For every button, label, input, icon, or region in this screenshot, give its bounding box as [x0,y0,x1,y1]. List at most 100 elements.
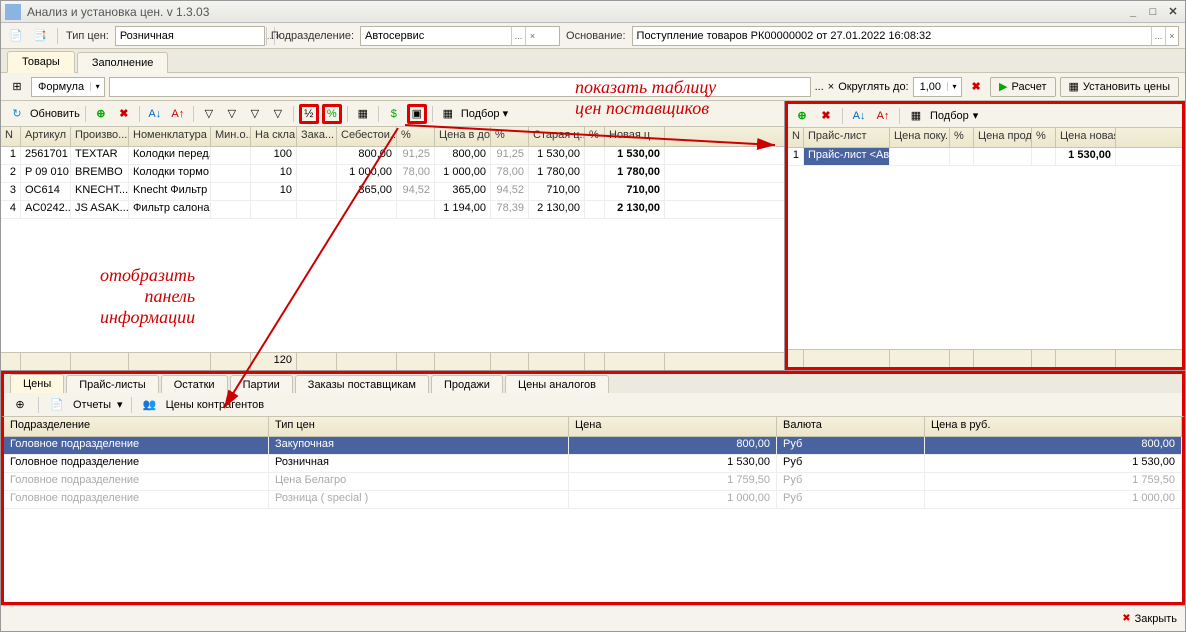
bcol-cur[interactable]: Валюта [777,417,925,436]
contragent-prices-label[interactable]: Цены контрагентов [166,399,265,411]
right-grid-body[interactable]: 1Прайс-лист <Авт...1 530,00 [788,148,1182,349]
basis-menu-button[interactable]: ... [1151,27,1164,45]
contragent-icon[interactable]: 👥 [140,395,160,415]
col-nom[interactable]: Номенклатура [129,127,211,146]
tab-batches[interactable]: Партии [230,375,293,394]
table-row[interactable]: Головное подразделениеЗакупочная800,00Ру… [4,437,1182,455]
filter3-icon[interactable]: ▽ [245,104,265,124]
col-docprice[interactable]: Цена в до... [435,127,491,146]
col-min[interactable]: Мин.о... [211,127,251,146]
set-prices-button[interactable]: Установить цены [1060,77,1179,97]
col-newprice[interactable]: Новая ц [605,127,665,146]
col-mfr[interactable]: Произво... [71,127,129,146]
right-delete-button[interactable]: ✖ [816,106,836,126]
rcol-sell[interactable]: Цена прод... [974,128,1032,147]
right-add-button[interactable]: ⊕ [792,106,812,126]
bcol-div[interactable]: Подразделение [4,417,269,436]
col-n[interactable]: N [1,127,21,146]
right-select-dropdown-icon[interactable]: ▾ [973,109,979,122]
table-row[interactable]: Головное подразделениеРозничная1 530,00Р… [4,455,1182,473]
tab-analog-prices[interactable]: Цены аналогов [505,375,609,394]
basis-field[interactable]: ... × [632,26,1179,46]
tab-prices[interactable]: Цены [10,374,64,394]
bottom-grid-body[interactable]: Головное подразделениеЗакупочная800,00Ру… [4,437,1182,602]
price-type-input[interactable] [116,30,266,42]
col-p1[interactable]: % [397,127,435,146]
col-p3[interactable]: % [585,127,605,146]
col-p2[interactable]: % [491,127,529,146]
division-menu-button[interactable]: ... [511,27,525,45]
percent-button[interactable]: % [322,104,342,124]
refresh-icon[interactable]: ↻ [7,104,27,124]
filter1-icon[interactable]: ▽ [199,104,219,124]
tab-pricelists[interactable]: Прайс-листы [66,375,158,394]
right-select-icon[interactable]: ▦ [906,106,926,126]
formula-input[interactable] [110,81,809,93]
sort-desc-icon[interactable]: A↑ [168,104,188,124]
formula-menu-button[interactable]: ... [815,81,824,93]
table-row[interactable]: 12561701TEXTARКолодки перед...100800,009… [1,147,784,165]
price-type-field[interactable]: ... × [115,26,265,46]
tab-goods[interactable]: Товары [7,51,75,73]
minimize-button[interactable]: _ [1125,4,1141,20]
col-order[interactable]: Зака... [297,127,337,146]
basis-clear-button[interactable]: × [1165,27,1178,45]
formula-dropdown-icon[interactable]: ▾ [90,82,104,91]
select-icon[interactable]: ▦ [438,104,458,124]
add-button[interactable]: ⊕ [91,104,111,124]
col-stock[interactable]: На скла... [251,127,297,146]
table-row[interactable]: 2P 09 010BREMBOКолодки тормо...101 000,0… [1,165,784,183]
bottom-add-icon[interactable]: ⊕ [10,395,30,415]
right-sort-desc-icon[interactable]: A↑ [873,106,893,126]
reports-label[interactable]: Отчеты [73,399,111,411]
tab-fill[interactable]: Заполнение [77,52,169,73]
close-window-button[interactable]: ✕ [1165,4,1181,20]
table-row[interactable]: 3OC614KNECHT...Knecht Фильтр ...10365,00… [1,183,784,201]
formula-field[interactable] [109,77,810,97]
rcol-buy[interactable]: Цена поку... [890,128,950,147]
rcol-n[interactable]: N [788,128,804,147]
table-row[interactable]: 1Прайс-лист <Авт...1 530,00 [788,148,1182,166]
close-button[interactable]: Закрыть [1122,613,1177,625]
round-combo[interactable]: 1,00 ▾ [913,77,962,97]
tab-sales[interactable]: Продажи [431,375,503,394]
info-panel-button[interactable]: ▣ [407,104,427,124]
maximize-button[interactable]: □ [1145,4,1161,20]
doc-icon[interactable]: 📄 [7,27,25,45]
calc-button[interactable]: Расчет [990,77,1055,97]
rcol-new[interactable]: Цена новая [1056,128,1116,147]
rcol-p2[interactable]: % [1032,128,1056,147]
division-field[interactable]: ... × [360,26,560,46]
fractions-button[interactable]: ½ [299,104,319,124]
division-clear-button[interactable]: × [525,27,539,45]
bcol-price[interactable]: Цена [569,417,777,436]
reports-icon[interactable]: 📄 [47,395,67,415]
col-article[interactable]: Артикул [21,127,71,146]
col-oldprice[interactable]: Старая ц... [529,127,585,146]
tab-stock[interactable]: Остатки [161,375,228,394]
bcol-type[interactable]: Тип цен [269,417,569,436]
dollar-icon[interactable]: $ [384,104,404,124]
round-dropdown-icon[interactable]: ▾ [947,82,961,91]
select-dropdown-icon[interactable]: ▾ [503,107,509,120]
bcol-rub[interactable]: Цена в руб. [925,417,1182,436]
left-grid-body[interactable]: 12561701TEXTARКолодки перед...100800,009… [1,147,784,352]
table-row[interactable]: Головное подразделениеРозница ( special … [4,491,1182,509]
filter4-icon[interactable]: ▽ [268,104,288,124]
delete-button[interactable]: ✖ [114,104,134,124]
table-row[interactable]: 4AC0242...JS ASAK...Фильтр салона...1 19… [1,201,784,219]
table-icon[interactable]: ▦ [353,104,373,124]
col-cost[interactable]: Себестои... [337,127,397,146]
right-sort-asc-icon[interactable]: A↓ [849,106,869,126]
doc2-icon[interactable]: 📑 [31,27,49,45]
reports-dropdown-icon[interactable]: ▾ [117,398,123,411]
formula-clear-button[interactable]: × [828,81,834,93]
grid-icon[interactable]: ⊞ [7,77,27,97]
table-row[interactable]: Головное подразделениеЦена Белагро1 759,… [4,473,1182,491]
rcol-pricelist[interactable]: Прайс-лист [804,128,890,147]
rcol-p1[interactable]: % [950,128,974,147]
round-clear-button[interactable]: ✖ [966,77,986,97]
division-input[interactable] [361,30,511,42]
filter2-icon[interactable]: ▽ [222,104,242,124]
formula-combo[interactable]: Формула ▾ [31,77,105,97]
